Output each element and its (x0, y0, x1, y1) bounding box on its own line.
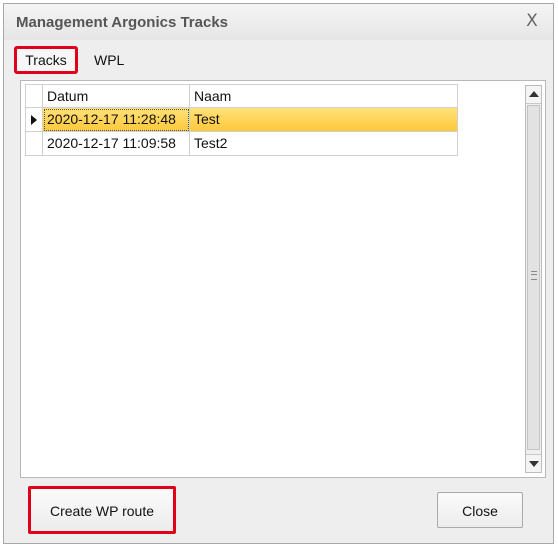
tab-strip: Tracks WPL (12, 46, 312, 74)
close-button[interactable]: Close (437, 492, 523, 528)
column-header-datum[interactable]: Datum (43, 84, 190, 108)
cell-datum[interactable]: 2020-12-17 11:28:48 (43, 108, 190, 132)
scroll-thumb[interactable] (527, 105, 540, 450)
grip-icon (531, 271, 537, 280)
tab-tracks[interactable]: Tracks (14, 46, 78, 74)
close-icon[interactable]: X (523, 11, 541, 31)
cell-naam[interactable]: Test (190, 108, 458, 132)
column-header-naam[interactable]: Naam (190, 84, 458, 108)
title-bar: Management Argonics Tracks X (4, 4, 553, 40)
scroll-up-button[interactable] (526, 86, 541, 104)
tracks-grid: Datum Naam 2020-12-17 11:28:48 Test 2020… (25, 84, 459, 156)
table-row[interactable]: 2020-12-17 11:09:58 Test2 (25, 132, 459, 156)
tracks-panel: Datum Naam 2020-12-17 11:28:48 Test 2020… (20, 80, 546, 478)
tab-wpl[interactable]: WPL (88, 48, 130, 72)
cell-datum[interactable]: 2020-12-17 11:09:58 (43, 132, 190, 156)
row-indicator-cell[interactable] (25, 132, 43, 156)
arrow-down-icon (529, 461, 539, 467)
management-window: Management Argonics Tracks X Tracks WPL … (3, 3, 554, 544)
grid-header: Datum Naam (25, 84, 459, 108)
arrow-up-icon (529, 91, 539, 97)
cell-naam[interactable]: Test2 (190, 132, 458, 156)
scroll-down-button[interactable] (526, 454, 541, 472)
row-indicator-cell[interactable] (25, 108, 43, 132)
triangle-right-icon (31, 115, 37, 125)
window-title: Management Argonics Tracks (16, 14, 229, 31)
create-wp-route-button[interactable]: Create WP route (28, 486, 176, 534)
vertical-scrollbar[interactable] (525, 85, 542, 473)
table-row[interactable]: 2020-12-17 11:28:48 Test (25, 108, 459, 132)
header-indicator-cell (25, 84, 43, 108)
